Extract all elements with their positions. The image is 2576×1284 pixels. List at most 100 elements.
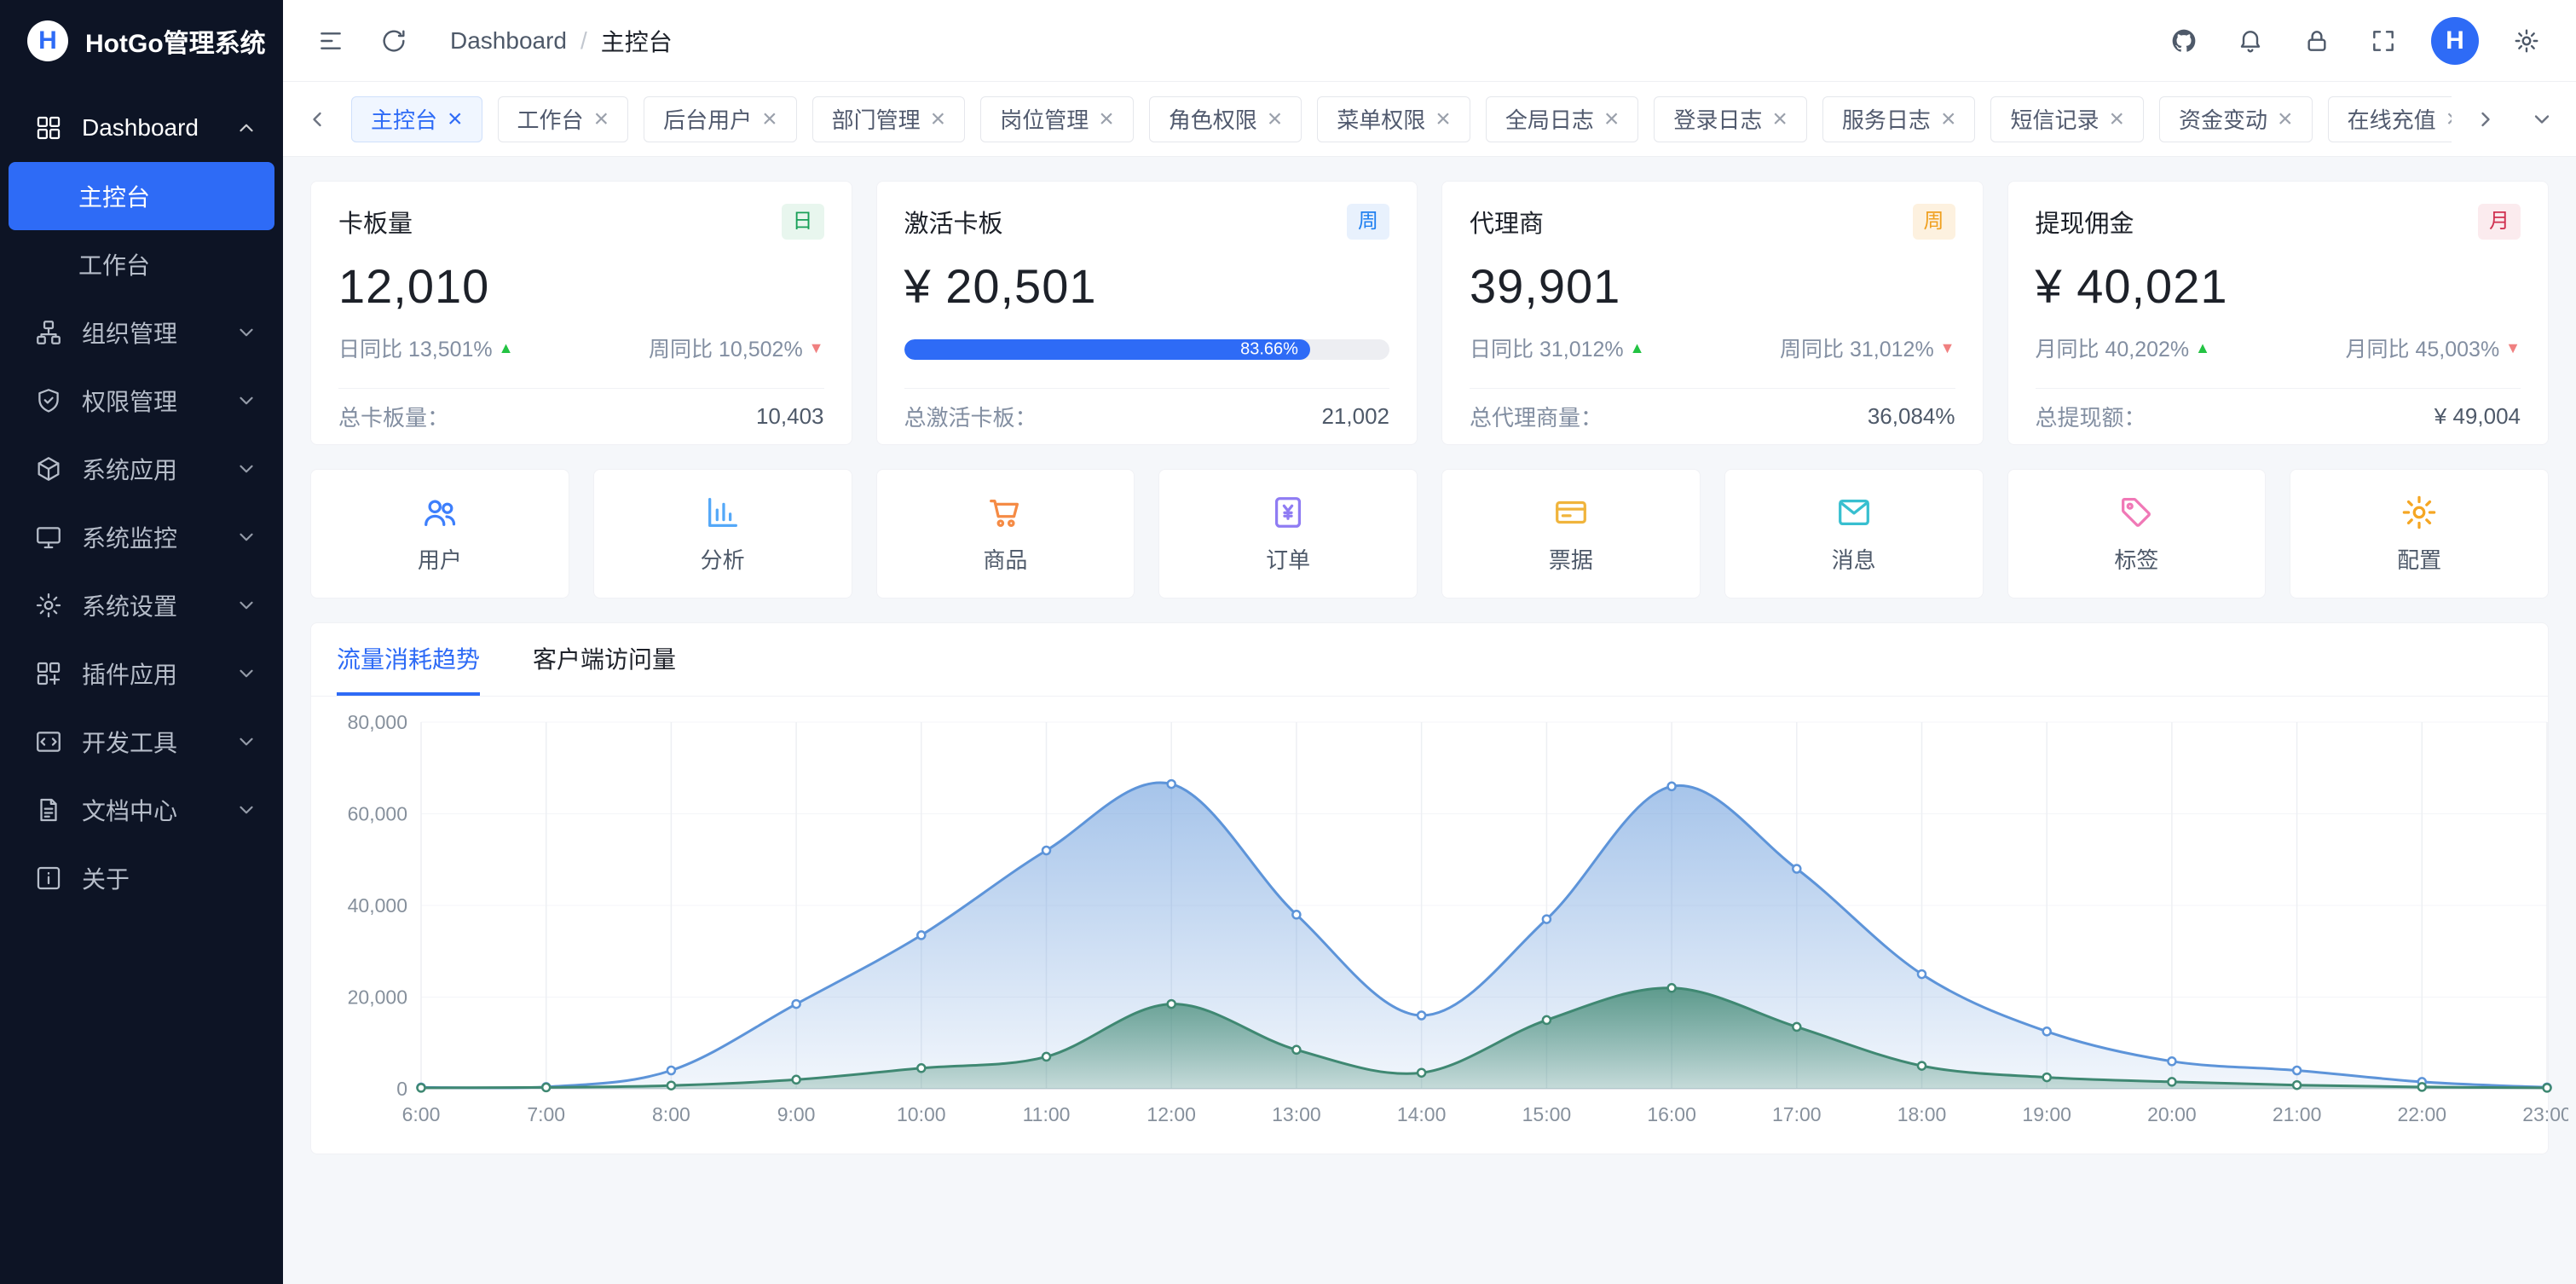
app-title: HotGo管理系统	[85, 22, 266, 60]
tab-close-icon[interactable]: ×	[2109, 107, 2124, 132]
tab-item[interactable]: 岗位管理×	[980, 96, 1134, 142]
stat-compare-left: 月同比 40,202%	[2036, 333, 2210, 363]
stat-card-title: 卡板量	[338, 204, 413, 240]
notification-bell-icon[interactable]	[2232, 22, 2269, 60]
stat-compare-left: 日同比 31,012%	[1470, 333, 1644, 363]
sidebar-item-org[interactable]: 组织管理	[0, 298, 283, 367]
goods-icon	[985, 493, 1025, 532]
stat-footer-label: 总提现额：	[2036, 401, 2146, 432]
fullscreen-icon[interactable]	[2365, 22, 2402, 60]
collapse-sidebar-button[interactable]	[312, 22, 349, 60]
svg-text:80,000: 80,000	[348, 711, 407, 733]
quick-action-tags[interactable]: 标签	[2007, 469, 2267, 599]
tab-item[interactable]: 工作台×	[498, 96, 629, 142]
tab-label: 菜单权限	[1337, 103, 1425, 135]
tab-close-icon[interactable]: ×	[448, 107, 463, 132]
tab-item[interactable]: 后台用户×	[644, 96, 797, 142]
tab-close-icon[interactable]: ×	[594, 107, 609, 132]
tab-item[interactable]: 菜单权限 ×	[1317, 96, 1470, 142]
tab-item[interactable]: 资金变动×	[2159, 96, 2313, 142]
quick-action-analysis[interactable]: 分析	[593, 469, 852, 599]
tab-item[interactable]: 全局日志×	[1486, 96, 1639, 142]
tab-close-icon[interactable]: ×	[1772, 107, 1788, 132]
tab-close-icon[interactable]: ×	[931, 107, 946, 132]
page-settings-gear-icon[interactable]	[2508, 22, 2545, 60]
tabs-scroll-left-button[interactable]	[295, 97, 339, 142]
chevron-down-icon	[235, 799, 257, 821]
topbar: Dashboard / 主控台 H	[283, 0, 2576, 82]
tickets-icon	[1551, 493, 1591, 532]
sidebar-item-label: 开发工具	[82, 725, 217, 759]
sidebar-item-plugin[interactable]: 插件应用	[0, 639, 283, 708]
tab-client-visits[interactable]: 客户端访问量	[533, 623, 676, 696]
breadcrumb-root[interactable]: Dashboard	[450, 27, 567, 55]
sidebar-item-monitor[interactable]: 系统监控	[0, 503, 283, 571]
svg-text:23:00: 23:00	[2522, 1103, 2568, 1125]
sidebar-item-label: Dashboard	[82, 114, 217, 142]
tab-item[interactable]: 在线充值×	[2328, 96, 2452, 142]
sidebar-item-console[interactable]: 主控台	[9, 162, 274, 230]
sidebar-subitem-label: 主控台	[78, 179, 150, 213]
sidebar-item-devtools[interactable]: 开发工具	[0, 708, 283, 776]
quick-action-config[interactable]: 配置	[2290, 469, 2549, 599]
tab-label: 部门管理	[832, 103, 921, 135]
tab-label: 短信记录	[2010, 103, 2099, 135]
stat-card-badge: 周	[1913, 204, 1955, 239]
user-avatar[interactable]: H	[2431, 17, 2479, 65]
tab-item[interactable]: 部门管理 ×	[812, 96, 966, 142]
stat-footer-value: ¥ 49,004	[2434, 403, 2521, 430]
tab-close-icon[interactable]: ×	[2278, 107, 2293, 132]
svg-text:12:00: 12:00	[1146, 1103, 1196, 1125]
quick-action-messages[interactable]: 消息	[1724, 469, 1984, 599]
tab-close-icon[interactable]: ×	[1268, 107, 1283, 132]
sidebar-item-workbench[interactable]: 工作台	[9, 230, 274, 298]
tab-item[interactable]: 登录日志 ×	[1654, 96, 1807, 142]
trend-icon	[809, 339, 824, 357]
trend-icon	[1940, 339, 1955, 357]
sidebar-item-label: 权限管理	[82, 384, 217, 418]
tab-close-icon[interactable]: ×	[1604, 107, 1620, 132]
tab-item[interactable]: 主控台×	[351, 96, 482, 142]
tab-close-icon[interactable]: ×	[1099, 107, 1114, 132]
stat-footer-label: 总卡板量：	[338, 401, 449, 432]
tab-close-icon[interactable]: ×	[762, 107, 777, 132]
progress-label: 83.66%	[1240, 340, 1298, 360]
tabs-scroll-right-button[interactable]	[2463, 97, 2508, 142]
sidebar-item-docs[interactable]: 文档中心	[0, 776, 283, 844]
tab-item[interactable]: 角色权限×	[1149, 96, 1302, 142]
tab-item[interactable]: 短信记录 ×	[1990, 96, 2144, 142]
sidebar-item-permission[interactable]: 权限管理	[0, 367, 283, 435]
github-icon[interactable]	[2165, 22, 2203, 60]
tabs-dropdown-button[interactable]	[2520, 97, 2564, 142]
lock-screen-icon[interactable]	[2298, 22, 2336, 60]
tab-label: 登录日志	[1673, 103, 1762, 135]
sidebar: H HotGo管理系统 Dashboard主控台工作台组织管理权限管理系统应用系…	[0, 0, 283, 1284]
quick-action-label: 配置	[2397, 543, 2441, 575]
chevron-up-icon	[235, 117, 257, 139]
about-icon	[34, 864, 63, 893]
stat-compare-left: 日同比 13,501%	[338, 333, 513, 363]
refresh-button[interactable]	[375, 22, 413, 60]
stat-card-badge: 月	[2478, 204, 2521, 239]
svg-text:17:00: 17:00	[1772, 1103, 1822, 1125]
sidebar-item-label: 系统设置	[82, 588, 217, 622]
trend-icon	[499, 339, 514, 357]
tab-traffic-trend[interactable]: 流量消耗趋势	[337, 623, 480, 696]
quick-action-tickets[interactable]: 票据	[1441, 469, 1701, 599]
sidebar-item-dashboard[interactable]: Dashboard	[0, 94, 283, 162]
sidebar-item-system-app[interactable]: 系统应用	[0, 435, 283, 503]
svg-text:11:00: 11:00	[1023, 1103, 1071, 1125]
sidebar-item-settings[interactable]: 系统设置	[0, 571, 283, 639]
quick-action-goods[interactable]: 商品	[876, 469, 1135, 599]
quick-action-users[interactable]: 用户	[310, 469, 569, 599]
tab-close-icon[interactable]: ×	[1941, 107, 1956, 132]
tab-close-icon[interactable]: ×	[1435, 107, 1451, 132]
quick-action-orders[interactable]: 订单	[1158, 469, 1418, 599]
stat-card-badge: 日	[782, 204, 824, 239]
sidebar-item-about[interactable]: 关于	[0, 844, 283, 912]
activation-progress-bar: 83.66%	[904, 339, 1390, 360]
tab-close-icon[interactable]: ×	[2446, 107, 2452, 132]
app-logo[interactable]: H HotGo管理系统	[0, 0, 283, 82]
chevron-down-icon	[235, 594, 257, 616]
tab-item[interactable]: 服务日志×	[1822, 96, 1976, 142]
